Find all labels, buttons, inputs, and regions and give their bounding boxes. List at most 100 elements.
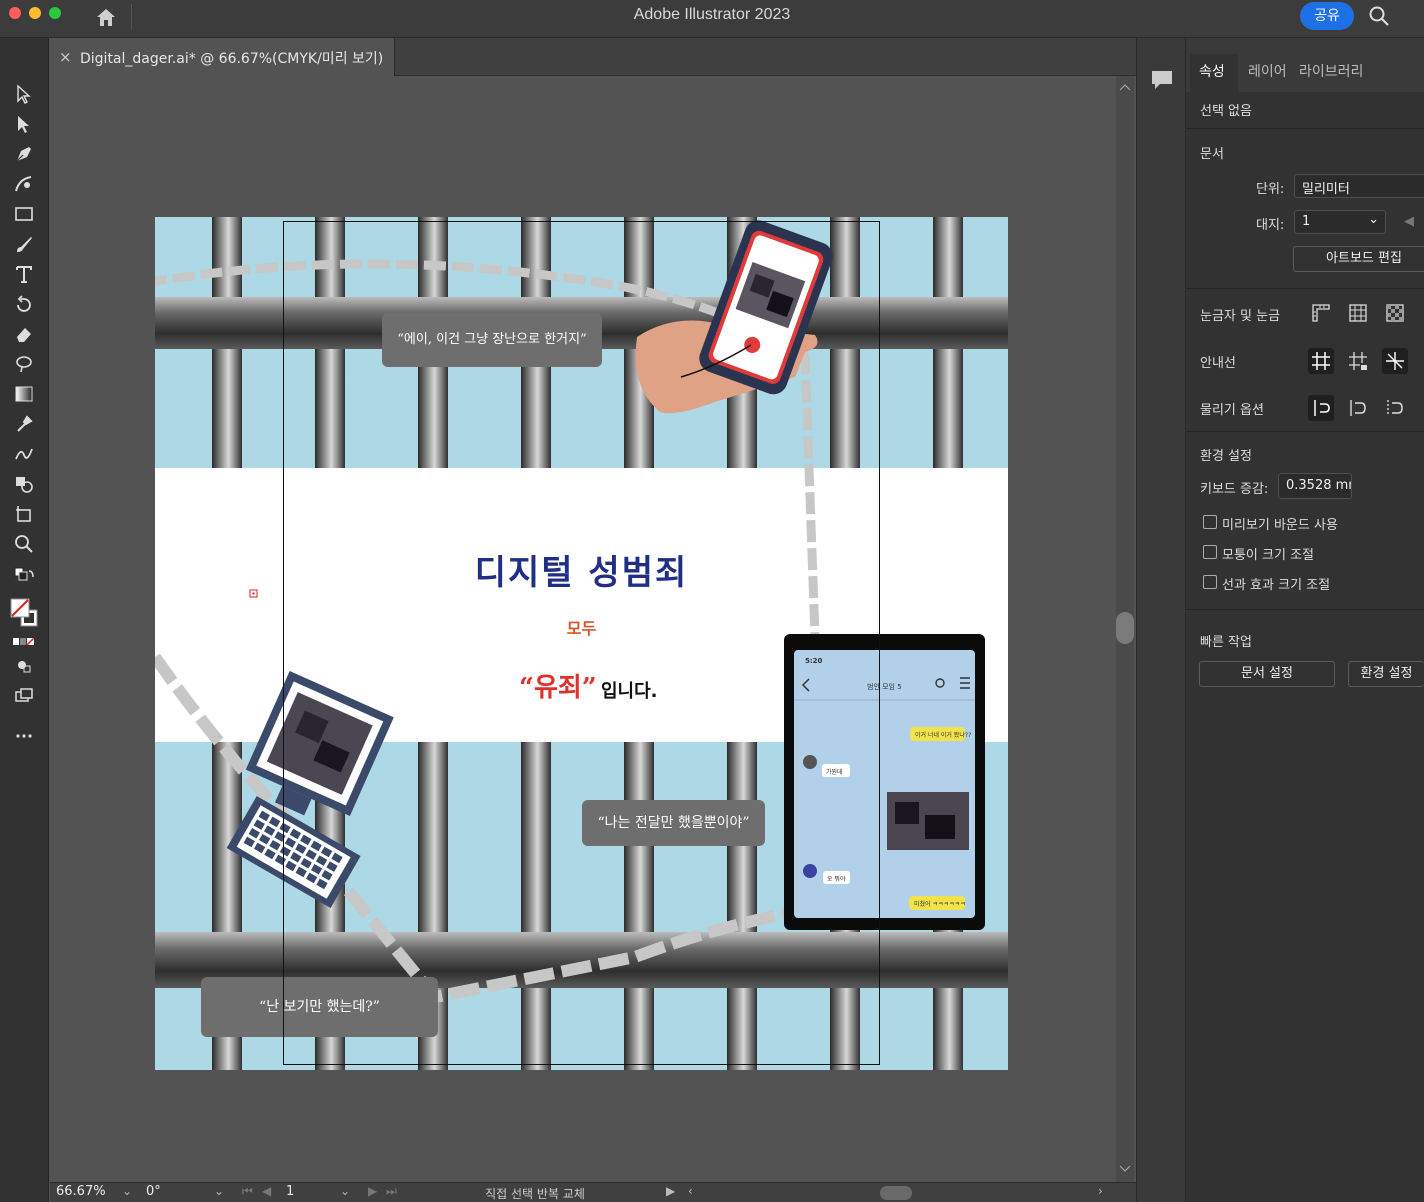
poster-subtitle: 모두 bbox=[566, 619, 597, 638]
document-tab-bar: × Digital_dager.ai* @ 66.67%(CMYK/미리 보기) bbox=[49, 38, 1136, 76]
keyboard-increment-value: 0.3528 mm bbox=[1286, 478, 1351, 493]
document-tab[interactable]: × Digital_dager.ai* @ 66.67%(CMYK/미리 보기) bbox=[49, 38, 395, 76]
scale-strokes-effects-label: 선과 효과 크기 조절 bbox=[1222, 578, 1331, 593]
units-label: 단위: bbox=[1256, 182, 1285, 197]
artboard-value: 1 bbox=[1302, 214, 1311, 229]
chevron-down-icon[interactable]: ⌄ bbox=[340, 1184, 350, 1198]
scroll-right-icon[interactable]: › bbox=[1098, 1184, 1103, 1198]
document-tab-label: Digital_dager.ai* @ 66.67%(CMYK/미리 보기) bbox=[80, 51, 384, 67]
snap-to-glyph-icon[interactable] bbox=[1382, 395, 1408, 421]
first-artboard-icon[interactable]: ⏮ bbox=[242, 1184, 253, 1199]
keyboard-increment-input[interactable]: 0.3528 mm bbox=[1278, 473, 1352, 499]
screen-mode-icon[interactable] bbox=[9, 682, 39, 710]
rotate-tool-icon[interactable] bbox=[9, 290, 39, 318]
comments-icon[interactable] bbox=[1150, 68, 1174, 92]
previous-artboard-icon[interactable]: ◀ bbox=[1404, 214, 1414, 229]
curvature-tool-icon[interactable] bbox=[9, 170, 39, 198]
units-select[interactable]: 밀리미터 bbox=[1294, 174, 1424, 198]
shape-builder-tool-icon[interactable] bbox=[9, 470, 39, 498]
divider bbox=[1186, 288, 1424, 289]
transparency-grid-icon[interactable] bbox=[1382, 300, 1408, 326]
prev-artboard-icon[interactable]: ◀ bbox=[262, 1184, 271, 1198]
speech-bubble-2: “나는 전달만 했을뿐이야” bbox=[582, 800, 765, 846]
divider bbox=[1186, 128, 1424, 129]
units-value: 밀리미터 bbox=[1302, 182, 1350, 197]
grid-icon[interactable] bbox=[1345, 300, 1371, 326]
rotation-field[interactable]: 0° bbox=[146, 1184, 202, 1202]
eraser-tool-icon[interactable] bbox=[9, 320, 39, 348]
chat-message: 이거 너네 이거 봤냐?? bbox=[915, 732, 972, 739]
smart-guides-icon[interactable] bbox=[1382, 348, 1408, 374]
pen-tool-icon[interactable] bbox=[9, 140, 39, 168]
speech-bubble-3: “난 보기만 했는데?” bbox=[201, 977, 438, 1037]
artboard-tool-icon[interactable] bbox=[9, 500, 39, 528]
chat-message: 가뭔데 bbox=[826, 769, 843, 776]
more-tools-icon[interactable] bbox=[9, 722, 39, 750]
horizontal-scroll-thumb[interactable] bbox=[880, 1186, 912, 1200]
lock-guides-icon[interactable] bbox=[1345, 348, 1371, 374]
artboard-label: 대지: bbox=[1256, 218, 1285, 233]
panel-dock-strip bbox=[1136, 38, 1186, 1202]
anchor-marker bbox=[249, 589, 258, 598]
use-preview-bounds-label: 미리보기 바운드 사용 bbox=[1222, 518, 1338, 533]
share-button[interactable]: 공유 bbox=[1300, 2, 1354, 30]
use-preview-bounds-checkbox[interactable] bbox=[1203, 515, 1217, 529]
type-tool-icon[interactable] bbox=[9, 260, 39, 288]
chat-time: 5:20 bbox=[805, 657, 823, 665]
rulers-grids-label: 눈금자 및 눈금 bbox=[1200, 309, 1281, 324]
divider bbox=[1186, 609, 1424, 610]
blend-tool-icon[interactable] bbox=[9, 440, 39, 468]
scroll-down-icon[interactable] bbox=[1119, 1164, 1131, 1174]
show-guides-icon[interactable] bbox=[1308, 348, 1334, 374]
chat-room-title: 범인 모임 5 bbox=[867, 683, 902, 691]
scroll-up-icon[interactable] bbox=[1119, 82, 1131, 92]
document-setup-button[interactable]: 문서 설정 bbox=[1199, 661, 1335, 687]
status-menu-icon[interactable]: ▶ bbox=[666, 1184, 675, 1198]
panel-tabs: 속성 레이어 라이브러리 bbox=[1186, 38, 1424, 92]
chevron-down-icon[interactable]: ⌄ bbox=[122, 1184, 132, 1198]
zoom-tool-icon[interactable] bbox=[9, 530, 39, 558]
tab-properties[interactable]: 속성 bbox=[1199, 61, 1225, 81]
close-tab-icon[interactable]: × bbox=[59, 48, 72, 66]
next-artboard-icon[interactable]: ▶ bbox=[368, 1184, 377, 1198]
properties-panel: 속성 레이어 라이브러리 선택 없음 문서 단위: 밀리미터 대지: 1 ⌄ ◀ … bbox=[1186, 38, 1424, 1202]
poster-title: 디지털 성범죄 bbox=[474, 553, 689, 593]
rectangle-tool-icon[interactable] bbox=[9, 200, 39, 228]
draw-mode-icon[interactable] bbox=[9, 652, 39, 680]
scale-corners-checkbox[interactable] bbox=[1203, 545, 1217, 559]
scroll-left-icon[interactable]: ‹ bbox=[688, 1184, 693, 1198]
swap-fill-stroke-icon[interactable] bbox=[9, 562, 39, 590]
paintbrush-tool-icon[interactable] bbox=[9, 230, 39, 258]
edit-artboards-button[interactable]: 아트보드 편집 bbox=[1293, 246, 1424, 272]
preferences-button[interactable]: 환경 설정 bbox=[1348, 661, 1424, 687]
artboard-number-field[interactable]: 1 bbox=[286, 1184, 332, 1202]
scale-strokes-effects-checkbox[interactable] bbox=[1203, 575, 1217, 589]
ruler-icon[interactable] bbox=[1308, 300, 1334, 326]
direct-selection-tool-icon[interactable] bbox=[9, 110, 39, 138]
artboard-select[interactable]: 1 ⌄ bbox=[1294, 210, 1386, 234]
current-tool-status: 직접 선택 반복 교체 bbox=[485, 1187, 585, 1201]
artboard[interactable]: “에이, 이건 그냥 장난으로 한거지” “나는 전달만 했을뿐이야” “난 보… bbox=[155, 217, 1008, 1070]
selection-tool-icon[interactable] bbox=[9, 80, 39, 108]
snap-to-point-icon[interactable] bbox=[1308, 395, 1334, 421]
document-section-header: 문서 bbox=[1200, 147, 1224, 162]
preferences-header: 환경 설정 bbox=[1200, 449, 1252, 464]
chat-message: 미쳤어 ㅋㅋㅋㅋㅋㅋ bbox=[914, 901, 966, 908]
gradient-tool-icon[interactable] bbox=[9, 380, 39, 408]
search-icon[interactable] bbox=[1368, 5, 1390, 27]
snap-to-pixel-icon[interactable] bbox=[1345, 395, 1371, 421]
poster-guilty: “유죄” bbox=[519, 673, 597, 703]
chat-message: 오 뭐야 bbox=[827, 876, 846, 883]
tab-layers[interactable]: 레이어 bbox=[1248, 61, 1287, 81]
chevron-down-icon[interactable]: ⌄ bbox=[214, 1184, 224, 1198]
lasso-tool-icon[interactable] bbox=[9, 350, 39, 378]
chevron-down-icon: ⌄ bbox=[1368, 212, 1379, 227]
eyedropper-tool-icon[interactable] bbox=[9, 410, 39, 438]
tab-libraries[interactable]: 라이브러리 bbox=[1299, 61, 1363, 81]
vertical-scroll-thumb[interactable] bbox=[1116, 612, 1134, 644]
quick-actions-header: 빠른 작업 bbox=[1200, 635, 1252, 650]
status-bar: 66.67% ⌄ 0° ⌄ ⏮ ◀ 1 ⌄ ▶ ⏭ 직접 선택 반복 교체 ▶ … bbox=[50, 1182, 1136, 1202]
guides-label: 안내선 bbox=[1200, 356, 1236, 371]
zoom-level-field[interactable]: 66.67% bbox=[56, 1184, 118, 1202]
last-artboard-icon[interactable]: ⏭ bbox=[386, 1184, 397, 1199]
